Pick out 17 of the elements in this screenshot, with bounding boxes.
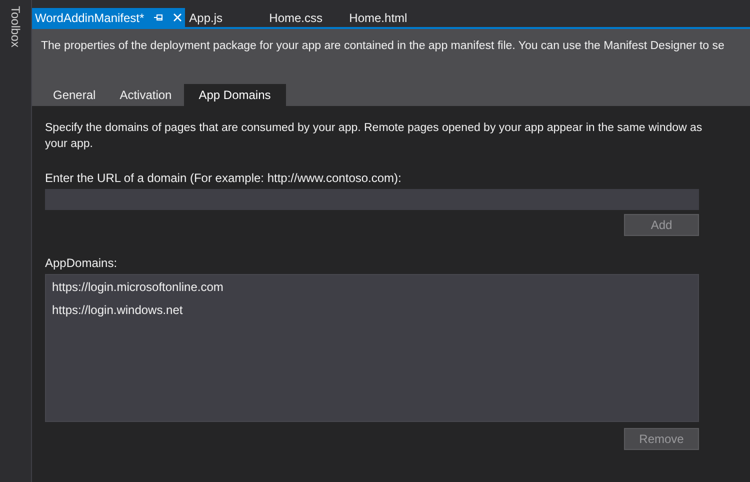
- app-domains-label: AppDomains:: [45, 255, 118, 271]
- document-tab[interactable]: Home.html: [345, 8, 426, 27]
- document-tab[interactable]: WordAddinManifest*: [32, 8, 186, 27]
- tab[interactable]: General: [41, 84, 108, 106]
- domain-item[interactable]: https://login.windows.net: [52, 302, 183, 318]
- document-tab[interactable]: Home.css: [265, 8, 346, 27]
- domain-item[interactable]: https://login.microsoftonline.com: [52, 279, 224, 295]
- pin-icon[interactable]: [154, 13, 164, 22]
- intro-text: Specify the domains of pages that are consumed by your app. Remote pages opened by your app appear in the same window as your app.: [45, 121, 704, 152]
- close-icon[interactable]: [173, 13, 182, 22]
- toolbox-tab[interactable]: Toolbox: [6, 6, 24, 48]
- description-text: The properties of the deployment package for your app are contained in the app manifest file. You can use the Manifest Designer to se: [40, 39, 726, 54]
- tab[interactable]: App Domains: [184, 84, 286, 106]
- url-input-field[interactable]: [45, 189, 699, 210]
- url-label: Enter the URL of a domain (For example: http://www.contoso.com):: [45, 170, 402, 186]
- tab[interactable]: Activation: [108, 84, 184, 106]
- document-tab[interactable]: App.js: [185, 8, 266, 27]
